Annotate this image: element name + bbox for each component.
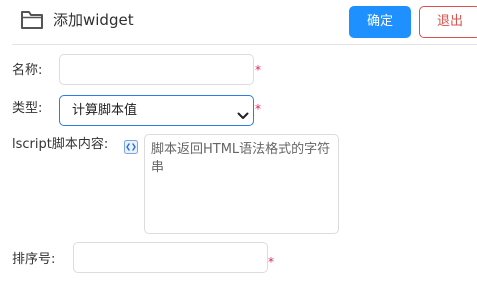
add-widget-dialog: 添加widget 确定 退出 名称: * 类型: 计算脚本值 * lscript…: [0, 0, 477, 285]
exit-button[interactable]: 退出: [419, 6, 477, 38]
page-title: 添加widget: [53, 11, 134, 29]
name-required-mark: *: [255, 63, 261, 77]
dialog-header: 添加widget 确定 退出: [0, 0, 477, 44]
type-label: 类型:: [12, 101, 43, 116]
chevron-down-icon: [237, 106, 249, 119]
order-input[interactable]: [73, 242, 268, 273]
order-required-mark: *: [268, 255, 274, 269]
name-input[interactable]: [59, 54, 254, 85]
confirm-button[interactable]: 确定: [349, 6, 411, 38]
script-textarea[interactable]: 脚本返回HTML语法格式的字符串: [144, 134, 339, 234]
type-select-value: 计算脚本值: [72, 103, 138, 118]
folder-icon: [20, 9, 44, 31]
name-label: 名称:: [12, 63, 43, 78]
code-icon[interactable]: [124, 139, 138, 154]
order-label: 排序号:: [12, 252, 56, 267]
header-divider: [12, 44, 477, 45]
type-select[interactable]: 计算脚本值: [59, 95, 254, 126]
type-required-mark: *: [255, 102, 261, 116]
script-label: lscript脚本内容:: [12, 137, 109, 152]
